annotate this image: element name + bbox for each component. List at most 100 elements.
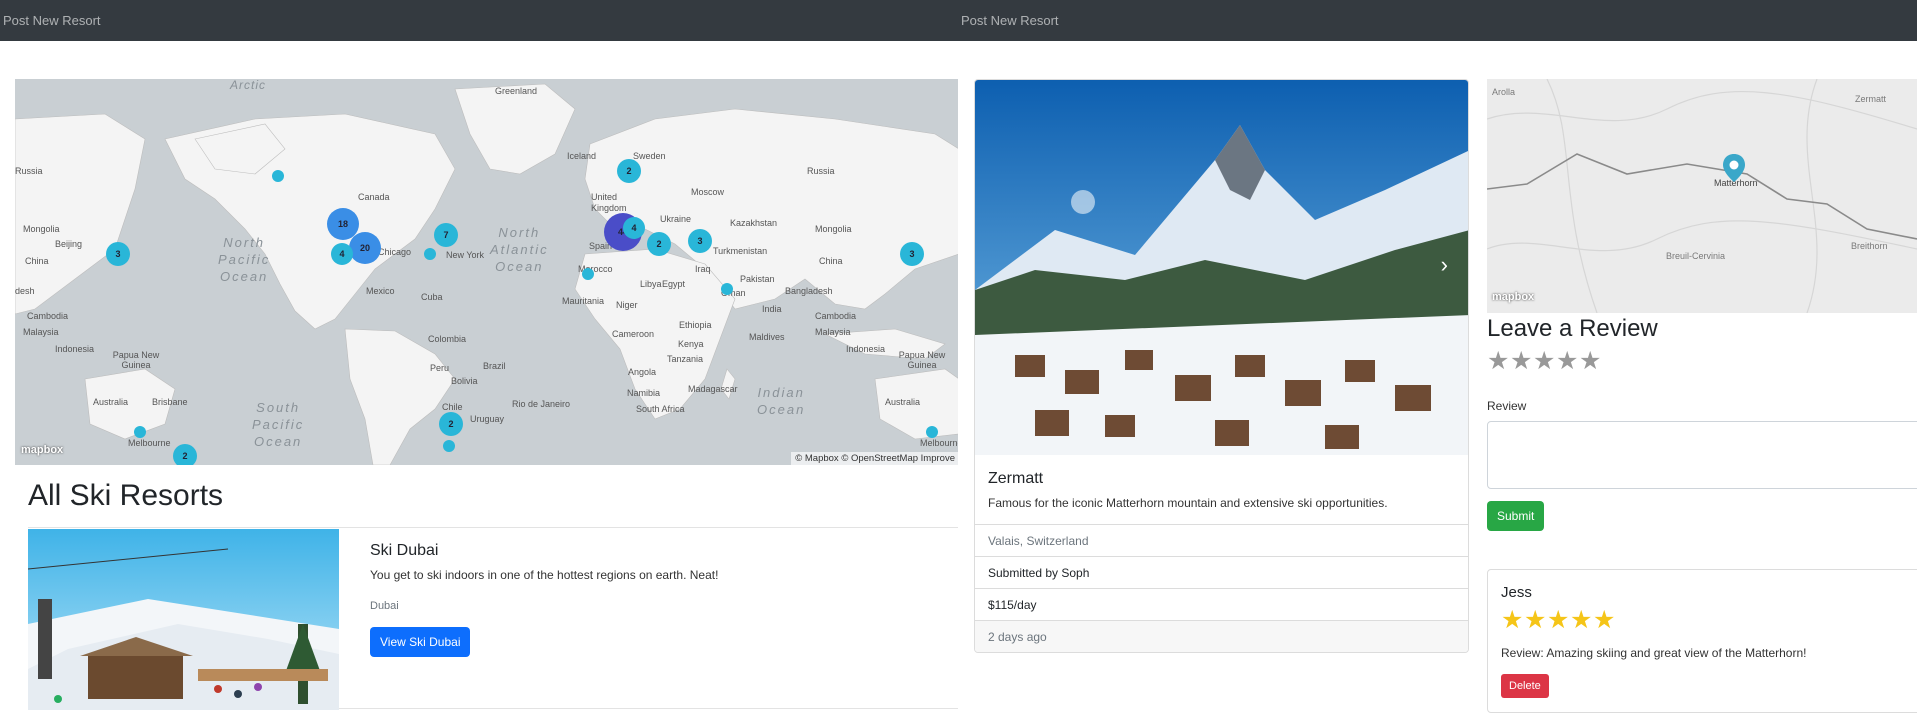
map-cluster[interactable]: 2: [617, 159, 641, 183]
mapbox-logo[interactable]: mapbox: [1492, 291, 1534, 303]
map-cluster[interactable]: 4: [331, 243, 353, 265]
page-title: All Ski Resorts: [28, 479, 224, 512]
map-label: Niger: [616, 300, 638, 310]
map-marker[interactable]: [134, 426, 146, 438]
map-label: Australia: [885, 397, 921, 407]
resort-price: $115/day: [975, 588, 1468, 620]
map-label: Iraq: [695, 264, 711, 274]
resort-detail-card: › Zermatt Famous for the iconic Matterho…: [974, 79, 1469, 653]
resort-location: Dubai: [370, 600, 399, 612]
resort-map[interactable]: Arolla Zermatt Matterhorn Breuil-Cervini…: [1487, 79, 1917, 313]
map-label: Colombia: [428, 334, 467, 344]
map-label: Namibia: [627, 388, 661, 398]
map-cluster[interactable]: 2: [173, 444, 197, 465]
map-label: Papua New Guinea: [898, 350, 946, 370]
map-label: Egypt: [662, 279, 686, 289]
map-label: Mongolia: [815, 224, 852, 234]
map-marker[interactable]: [582, 268, 594, 280]
resort-image: [28, 529, 339, 710]
map-marker[interactable]: [721, 283, 733, 295]
map-cluster[interactable]: 20: [349, 232, 381, 264]
map-label: South Africa: [636, 404, 685, 414]
map-label: Beijing: [55, 239, 83, 249]
map-label: Australia: [93, 397, 129, 407]
map-label: Cambodia: [815, 311, 857, 321]
review-label: Review: [1487, 399, 1527, 413]
resort-show-pane: Post New Resort › Zermatt Famous for the…: [958, 0, 1917, 720]
map-marker[interactable]: [926, 426, 938, 438]
map-marker[interactable]: [272, 170, 284, 182]
map-label: Cameroon: [612, 329, 655, 339]
map-label: Uruguay: [470, 414, 505, 424]
map-label: Arctic: [230, 79, 266, 92]
post-new-resort-link[interactable]: Post New Resort: [961, 13, 1059, 28]
resort-submitter: Submitted by Soph: [975, 556, 1468, 588]
map-cluster[interactable]: 7: [434, 223, 458, 247]
resort-carousel-image: ›: [975, 80, 1468, 455]
map-label: Indonesia: [55, 344, 95, 354]
review-body: Review: Amazing skiing and great view of…: [1501, 646, 1807, 660]
ocean-label: Indian Ocean: [757, 385, 806, 417]
map-label: New York: [446, 250, 485, 260]
map-label: Cuba: [421, 292, 443, 302]
star-rating-4[interactable]: ★: [1556, 348, 1579, 374]
map-label: Malaysia: [815, 327, 851, 337]
map-label: United Kingdom: [591, 192, 627, 213]
delete-review-button[interactable]: Delete: [1501, 674, 1549, 698]
map-cluster[interactable]: 2: [647, 232, 671, 256]
star-icon: ★: [1524, 606, 1547, 634]
map-label: Tanzania: [667, 354, 704, 364]
map-label: Mexico: [366, 286, 395, 296]
resort-title: Zermatt: [988, 470, 1044, 487]
map-label: Kazakhstan: [730, 218, 778, 228]
star-rating-3[interactable]: ★: [1533, 348, 1556, 374]
review-form-heading: Leave a Review: [1487, 315, 1658, 342]
star-rating-1[interactable]: ★: [1487, 348, 1510, 374]
star-rating-2[interactable]: ★: [1510, 348, 1533, 374]
ocean-label: North Pacific Ocean: [218, 235, 271, 284]
map-label: Zermatt: [1855, 94, 1887, 104]
map-marker[interactable]: [424, 248, 436, 260]
submit-review-button[interactable]: Submit: [1487, 501, 1545, 531]
map-label: Mauritania: [562, 296, 605, 306]
map-label: Moscow: [691, 187, 725, 197]
carousel-next-icon[interactable]: ›: [1441, 252, 1448, 278]
map-label: Canada: [358, 192, 390, 202]
map-label: Kenya: [678, 339, 704, 349]
map-cluster[interactable]: 3: [900, 242, 924, 266]
star-icon: ★: [1593, 606, 1616, 634]
ocean-label: North Atlantic Ocean: [490, 225, 549, 274]
map-marker[interactable]: [443, 440, 455, 452]
map-label: Brisbane: [152, 397, 188, 407]
map-label: Sweden: [633, 151, 666, 161]
map-label: Chile: [442, 402, 463, 412]
map-label: Malaysia: [23, 327, 59, 337]
map-label: Brazil: [483, 361, 506, 371]
map-label: Angola: [628, 367, 657, 377]
view-resort-button[interactable]: View Ski Dubai: [370, 627, 471, 657]
map-label: Iceland: [567, 151, 597, 161]
star-icon: ★: [1547, 606, 1570, 634]
map-label: Ethiopia: [679, 320, 712, 330]
map-attribution[interactable]: © Mapbox © OpenStreetMap Improve: [791, 452, 958, 465]
mapbox-logo[interactable]: mapbox: [21, 444, 63, 456]
resorts-index-pane: Post New Resort Arctic Greenland Russia …: [0, 0, 958, 720]
map-label: India: [762, 304, 782, 314]
map-cluster[interactable]: 2: [439, 412, 463, 436]
map-label: Papua New Guinea: [112, 350, 160, 370]
cluster-map[interactable]: Arctic Greenland Russia Russia Iceland S…: [15, 79, 958, 465]
star-icon: ★: [1501, 606, 1524, 634]
map-cluster[interactable]: 4: [623, 217, 645, 239]
map-cluster[interactable]: 3: [688, 229, 712, 253]
resort-description: Famous for the iconic Matterhorn mountai…: [988, 496, 1388, 510]
map-label: Melbourne: [920, 438, 958, 448]
post-new-resort-link[interactable]: Post New Resort: [3, 13, 101, 28]
map-label: Russia: [15, 166, 43, 176]
rating-input[interactable]: ★ ★ ★ ★ ★: [1487, 348, 1602, 374]
star-rating-5[interactable]: ★: [1579, 348, 1602, 374]
ocean-label: South Pacific Ocean: [252, 400, 305, 449]
review-textarea[interactable]: [1487, 421, 1917, 489]
map-pin-icon[interactable]: [1723, 154, 1745, 182]
map-cluster[interactable]: 3: [106, 242, 130, 266]
map-label: Pakistan: [740, 274, 775, 284]
